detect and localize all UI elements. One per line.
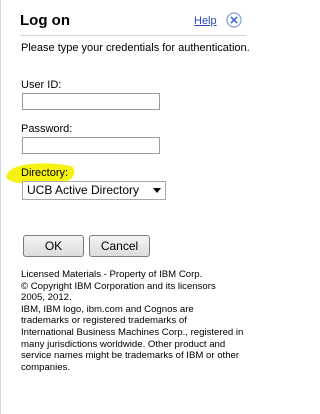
legal-line: IBM, IBM logo, ibm.com and Cognos are [21, 303, 194, 315]
help-link[interactable]: Help [194, 15, 217, 27]
logon-dialog: Log on Help Please type your credentials… [0, 0, 265, 414]
chevron-down-icon [153, 188, 161, 193]
close-icon [226, 12, 242, 28]
legal-line: many jurisdictions worldwide. Other prod… [21, 338, 226, 350]
cancel-button[interactable]: Cancel [89, 235, 150, 257]
legal-line: service names might be trademarks of IBM… [21, 350, 240, 362]
legal-line: © Copyright IBM Corporation and its lice… [21, 280, 216, 292]
legal-line: companies. [21, 361, 71, 373]
instructions-text: Please type your credentials for authent… [21, 42, 250, 54]
dialog-title: Log on [20, 12, 70, 29]
legal-notice: Licensed Materials - Property of IBM Cor… [21, 269, 261, 373]
ok-button[interactable]: OK [23, 235, 84, 257]
title-divider [20, 35, 246, 36]
user-id-label: User ID: [21, 79, 62, 91]
directory-selected-value: UCB Active Directory [27, 183, 140, 197]
password-label: Password: [21, 123, 73, 135]
legal-line: trademarks or registered trademarks of [21, 315, 187, 327]
directory-label: Directory: [21, 167, 69, 179]
close-button[interactable] [226, 12, 242, 28]
user-id-input[interactable] [22, 93, 160, 110]
directory-select[interactable]: UCB Active Directory [22, 181, 166, 200]
legal-line: Licensed Materials - Property of IBM Cor… [21, 269, 203, 280]
legal-line: International Business Machines Corp., r… [21, 326, 244, 338]
legal-line: 2005, 2012. [21, 292, 72, 304]
password-input[interactable] [22, 137, 160, 154]
